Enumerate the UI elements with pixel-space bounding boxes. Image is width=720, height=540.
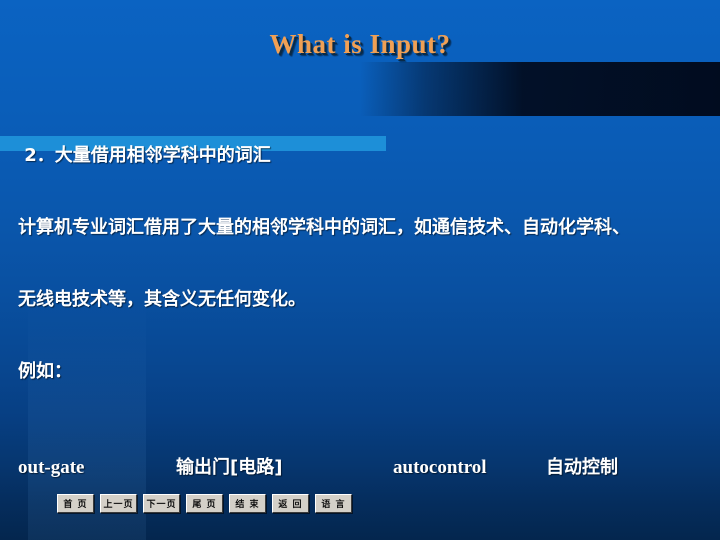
- nav-button-previous-page[interactable]: 上一页: [100, 494, 137, 513]
- vocab-en-right: autocontrol: [393, 457, 487, 478]
- nav-button-first-page[interactable]: 首 页: [57, 494, 94, 513]
- vocab-row: out-gate 输出门[电路] autocontrol 自动控制: [18, 456, 718, 480]
- section-2-body-line-1: 计算机专业词汇借用了大量的相邻学科中的词汇，如通信技术、自动化学科、: [18, 217, 630, 238]
- slide-body: 2．大量借用相邻学科中的词汇 计算机专业词汇借用了大量的相邻学科中的词汇，如通信…: [18, 72, 718, 540]
- nav-button-next-page[interactable]: 下一页: [143, 494, 180, 513]
- example-label-1: 例如：: [18, 361, 72, 382]
- vocab-en-left: out-gate: [18, 457, 85, 478]
- navigation-bar: 首 页 上一页 下一页 尾 页 结 束 返 回 语 言: [57, 494, 352, 513]
- section-2-body-line-2: 无线电技术等，其含义无任何变化。: [18, 289, 306, 310]
- nav-button-end[interactable]: 结 束: [229, 494, 266, 513]
- nav-button-last-page[interactable]: 尾 页: [186, 494, 223, 513]
- nav-button-back[interactable]: 返 回: [272, 494, 309, 513]
- slide-title: What is Input?: [269, 29, 451, 59]
- vocab-cn-right: 自动控制: [546, 457, 618, 478]
- section-2-heading: 2．大量借用相邻学科中的词汇: [18, 145, 271, 166]
- vocab-cn-left: 输出门[电路]: [176, 457, 283, 478]
- presentation-slide: What is Input? 2．大量借用相邻学科中的词汇 计算机专业词汇借用了…: [0, 0, 720, 540]
- nav-button-language[interactable]: 语 言: [315, 494, 352, 513]
